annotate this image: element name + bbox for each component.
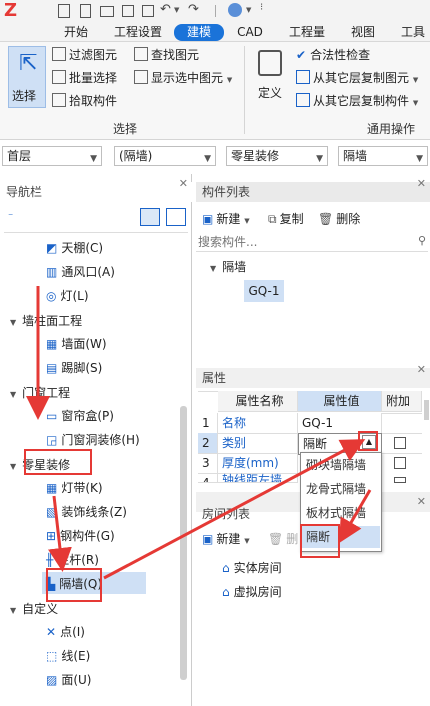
annotation-arrows [26, 286, 372, 580]
arrow-to-partition [48, 495, 72, 572]
arrow-to-option [338, 489, 372, 544]
arrow-to-dropdown [103, 439, 366, 580]
